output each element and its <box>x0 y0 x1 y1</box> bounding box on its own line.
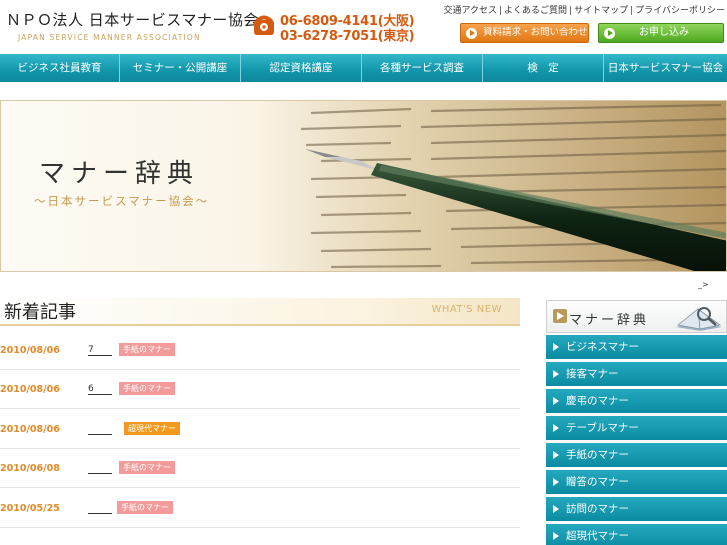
sidebar-item-business-manner[interactable]: ビジネスマナー <box>546 335 727 359</box>
news-row: 2010/05/25 手紙のマナー <box>0 491 520 528</box>
news-section-header: 新着記事 WHAT'S NEW <box>0 298 520 326</box>
request-info-button[interactable]: 資料請求・お問い合わせ <box>460 23 589 43</box>
sidebar-item-ceremonial[interactable]: 慶弔のマナー <box>546 389 727 413</box>
news-row: 2010/08/06 6 手紙のマナー <box>0 372 520 409</box>
nav-item-exam[interactable]: 検 定 <box>483 54 604 82</box>
book-magnifier-icon <box>676 307 722 331</box>
banner-title: マナー辞典 <box>39 159 200 189</box>
hero-banner: マナー辞典 〜日本サービスマナー協会〜 <box>0 100 727 272</box>
news-link[interactable] <box>88 424 112 435</box>
news-date: 2010/08/06 <box>0 384 60 395</box>
news-category-tag[interactable]: 手紙のマナー <box>119 382 175 395</box>
news-title: 新着記事 <box>4 302 76 323</box>
arrow-right-icon <box>553 309 567 323</box>
sidebar-item-customer-service[interactable]: 接客マナー <box>546 362 727 386</box>
news-link[interactable] <box>88 463 112 474</box>
news-row: 2010/06/08 手紙のマナー <box>0 451 520 488</box>
news-row: 2010/08/06 超現代マナー <box>0 412 520 449</box>
nav-item-certification[interactable]: 認定資格講座 <box>241 54 362 82</box>
news-link[interactable] <box>88 503 112 514</box>
sidebar-item-letter-manner[interactable]: 手紙のマナー <box>546 443 727 467</box>
site-logo-title[interactable]: ＮＰＯ法人 日本サービスマナー協会 <box>6 9 259 30</box>
nav-item-business-training[interactable]: ビジネス社員教育 <box>0 54 120 82</box>
nav-item-seminar[interactable]: セミナー・公開講座 <box>120 54 241 82</box>
news-category-tag[interactable]: 手紙のマナー <box>117 501 173 514</box>
sidebar-title: マナー辞典 <box>569 313 650 328</box>
news-row: 2010/08/06 7 手紙のマナー <box>0 333 520 370</box>
news-category-tag[interactable]: 手紙のマナー <box>119 461 175 474</box>
dictionary-pen-illustration <box>281 101 726 271</box>
news-category-tag[interactable]: 手紙のマナー <box>119 343 175 356</box>
nav-item-service-survey[interactable]: 各種サービス調査 <box>362 54 483 82</box>
site-header: ＮＰＯ法人 日本サービスマナー協会 JAPAN SERVICE MANNER A… <box>0 0 727 50</box>
link-faq[interactable]: よくあるご質問 <box>504 6 567 16</box>
news-link[interactable]: 6 <box>88 384 112 395</box>
manner-dictionary-header: マナー辞典 <box>546 300 727 333</box>
site-logo-subtitle: JAPAN SERVICE MANNER ASSOCIATION <box>18 33 201 42</box>
global-nav: ビジネス社員教育 セミナー・公開講座 認定資格講座 各種サービス調査 検 定 日… <box>0 54 727 82</box>
apply-button[interactable]: お申し込み <box>598 23 724 43</box>
banner-subtitle: 〜日本サービスマナー協会〜 <box>34 194 210 208</box>
nav-item-association[interactable]: 日本サービスマナー協会 <box>604 54 727 82</box>
arrow-right-icon <box>604 28 615 39</box>
link-sitemap[interactable]: サイトマップ <box>574 6 628 16</box>
news-date: 2010/08/06 <box>0 345 60 356</box>
link-access[interactable]: 交通アクセス <box>443 6 497 16</box>
banner-more-link[interactable]: _> <box>698 280 709 289</box>
link-privacy[interactable]: プライバシーポリシー <box>635 6 725 16</box>
arrow-right-icon <box>466 28 477 39</box>
sidebar-item-table-manner[interactable]: テーブルマナー <box>546 416 727 440</box>
news-category-tag[interactable]: 超現代マナー <box>124 422 180 435</box>
news-date: 2010/08/06 <box>0 424 60 435</box>
news-date: 2010/06/08 <box>0 463 60 474</box>
phone-icon <box>254 15 274 35</box>
sidebar-item-visit-manner[interactable]: 訪問のマナー <box>546 497 727 521</box>
phone-number-tokyo: 03-6278-7051(東京) <box>280 29 415 44</box>
sidebar-item-modern-manner[interactable]: 超現代マナー <box>546 524 727 545</box>
news-link[interactable]: 7 <box>88 345 112 356</box>
apply-label: お申し込み <box>639 27 689 38</box>
sidebar-item-gift-manner[interactable]: 贈答のマナー <box>546 470 727 494</box>
utility-links: 交通アクセス | よくあるご質問 | サイトマップ | プライバシーポリシー <box>443 6 725 16</box>
news-date: 2010/05/25 <box>0 503 60 514</box>
news-title-english: WHAT'S NEW <box>431 304 502 315</box>
request-info-label: 資料請求・お問い合わせ <box>483 27 588 38</box>
